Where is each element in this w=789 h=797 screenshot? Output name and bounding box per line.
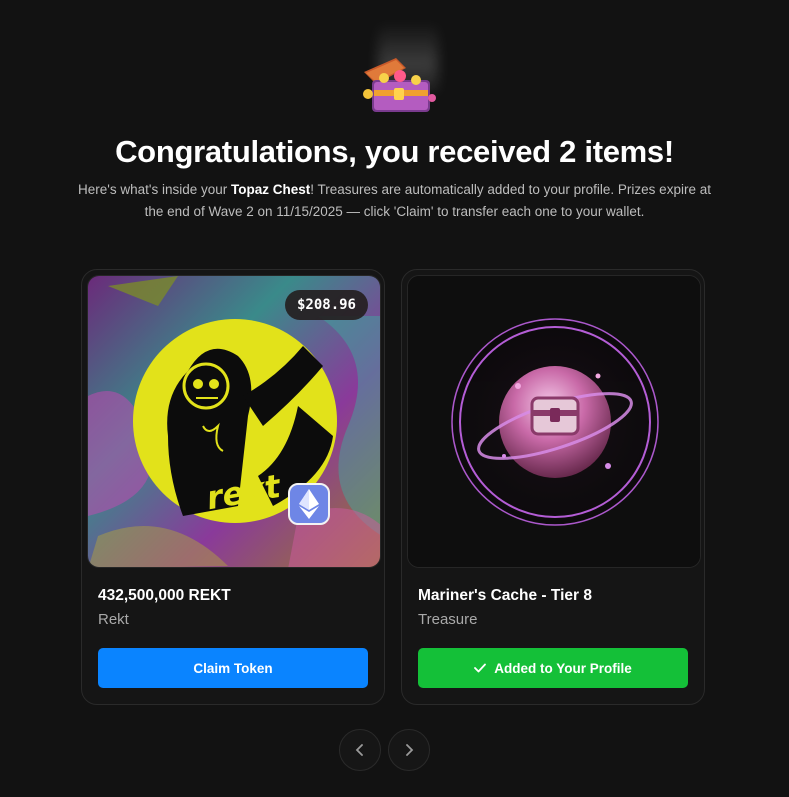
item-subtitle: Treasure xyxy=(418,611,478,628)
claim-token-button[interactable]: Claim Token xyxy=(98,648,368,688)
chest-name: Topaz Chest xyxy=(231,182,311,197)
treasure-image xyxy=(407,275,701,568)
subtitle-intro: Here's what's inside your xyxy=(78,182,231,197)
next-button[interactable] xyxy=(388,729,430,771)
ethereum-icon xyxy=(288,483,330,525)
claim-token-label: Claim Token xyxy=(193,660,273,676)
added-to-profile-button[interactable]: Added to Your Profile xyxy=(418,648,688,688)
treasure-chest-icon xyxy=(363,58,436,112)
reward-card-mariners-cache: Mariner's Cache - Tier 8 Treasure Added … xyxy=(401,269,705,705)
token-image: rekt $208.96 xyxy=(87,275,381,568)
item-name: 432,500,000 REKT xyxy=(98,587,231,604)
claim-rewards-page: Congratulations, you received 2 items! H… xyxy=(0,0,789,797)
page-subtitle: Here's what's inside your Topaz Chest! T… xyxy=(70,179,719,223)
item-name: Mariner's Cache - Tier 8 xyxy=(418,587,592,604)
chevron-left-icon xyxy=(355,744,363,756)
reward-card-rekt: rekt $208.96 432,500,000 REKT Rekt Claim… xyxy=(81,269,385,705)
checkmark-icon xyxy=(474,663,487,673)
chevron-right-icon xyxy=(406,744,414,756)
previous-button[interactable] xyxy=(339,729,381,771)
added-to-profile-label: Added to Your Profile xyxy=(494,660,632,676)
mariners-cache-artwork xyxy=(408,276,700,567)
item-subtitle: Rekt xyxy=(98,611,129,628)
price-badge: $208.96 xyxy=(284,290,368,320)
page-title: Congratulations, you received 2 items! xyxy=(115,134,674,169)
